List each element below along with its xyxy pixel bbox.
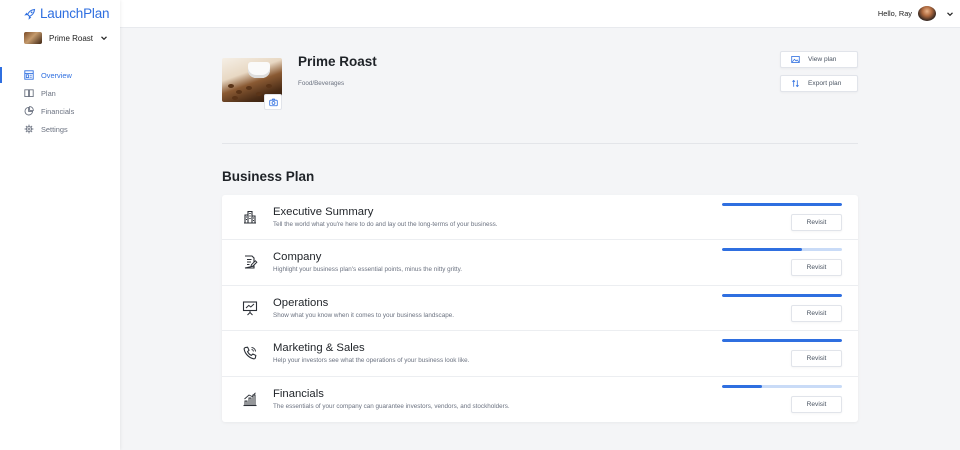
progress-fill [722, 248, 803, 252]
view-plan-button[interactable]: View plan [780, 51, 858, 68]
plan-section-description: The essentials of your company can guara… [273, 402, 510, 410]
book-icon [24, 89, 34, 98]
plan-section-title: Company [273, 251, 322, 264]
sidebar-item-label: Plan [41, 88, 56, 98]
plan-section-progress [722, 384, 842, 388]
pie-chart-icon [24, 106, 34, 116]
coffee-bean-shape [228, 84, 234, 88]
plan-section-company: Company Highlight your business plan's e… [222, 240, 858, 286]
revisit-button[interactable]: Revisit [791, 259, 842, 277]
sidebar-item-overview[interactable]: Overview [0, 66, 120, 84]
building-icon [244, 210, 256, 224]
plan-section-financials: Financials The essentials of your compan… [222, 377, 858, 422]
bar-chart-icon [243, 392, 257, 406]
business-plan-list: Executive Summary Tell the world what yo… [222, 195, 858, 422]
sidebar-item-financials[interactable]: Financials [0, 102, 120, 120]
plan-section-title: Executive Summary [273, 206, 374, 218]
coffee-bean-shape [256, 92, 262, 96]
export-plan-button[interactable]: Export plan [780, 75, 858, 92]
sidebar-item-label: Overview [41, 70, 72, 80]
coffee-bean-shape [232, 96, 238, 100]
sidebar-nav: Overview Plan Financials Settings [0, 66, 120, 138]
sort-arrows-icon [792, 79, 799, 88]
plan-section-description: Help your investors see what the operati… [273, 357, 470, 365]
gear-icon [24, 124, 34, 134]
coffee-cup-shape [248, 62, 270, 78]
plan-section-progress [722, 203, 842, 206]
sidebar-item-plan[interactable]: Plan [0, 84, 120, 102]
plan-section-executive-summary: Executive Summary Tell the world what yo… [222, 195, 858, 241]
plan-section-title: Marketing & Sales [273, 342, 365, 355]
plan-section-title: Operations [273, 296, 329, 309]
sidebar: LaunchPlan Prime Roast Overview Plan Fin… [0, 0, 120, 450]
header-divider [222, 143, 858, 144]
progress-fill [722, 203, 842, 206]
sidebar-item-label: Financials [41, 106, 75, 116]
avatar[interactable] [918, 6, 936, 21]
progress-fill [722, 384, 762, 388]
camera-icon [268, 98, 278, 106]
plan-section-progress [722, 248, 842, 252]
business-switcher[interactable]: Prime Roast [24, 32, 108, 44]
plan-section-marketing-sales: Marketing & Sales Help your investors se… [222, 331, 858, 377]
coffee-bean-shape [236, 90, 242, 94]
plan-section-description: Highlight your business plan's essential… [273, 266, 463, 274]
view-plan-label: View plan [808, 56, 837, 63]
progress-fill [722, 293, 842, 297]
app-logo[interactable]: LaunchPlan [24, 6, 110, 21]
plan-section-progress [722, 293, 842, 297]
revisit-button[interactable]: Revisit [791, 304, 842, 322]
app-name: LaunchPlan [40, 6, 110, 21]
sidebar-item-settings[interactable]: Settings [0, 120, 120, 138]
revisit-button[interactable]: Revisit [791, 395, 842, 413]
sidebar-item-label: Settings [41, 124, 68, 134]
business-name: Prime Roast [298, 54, 377, 69]
coffee-bean-shape [266, 84, 272, 88]
change-cover-button[interactable] [264, 94, 282, 110]
rocket-icon [24, 8, 36, 20]
coffee-bean-shape [246, 86, 252, 90]
plan-section-description: Tell the world what you're here to do an… [273, 221, 498, 228]
document-edit-icon [244, 255, 258, 269]
plan-section-title: Financials [273, 387, 324, 400]
user-greeting: Hello, Ray [877, 9, 912, 18]
overview-icon [24, 70, 34, 80]
business-thumbnail [24, 32, 42, 44]
export-plan-label: Export plan [808, 80, 842, 87]
business-category: Food/Beverages [298, 80, 345, 87]
chevron-down-icon[interactable] [946, 10, 954, 18]
presentation-icon [242, 301, 258, 316]
plan-section-operations: Operations Show what you know when it co… [222, 286, 858, 332]
revisit-button[interactable]: Revisit [791, 350, 842, 368]
plan-section-progress [722, 339, 842, 343]
chevron-down-icon [101, 36, 107, 41]
topbar: Hello, Ray [120, 0, 960, 28]
image-icon [791, 56, 800, 63]
business-plan-title: Business Plan [222, 169, 315, 184]
revisit-button[interactable]: Revisit [791, 214, 842, 231]
phone-icon [243, 346, 257, 360]
progress-fill [722, 339, 842, 343]
business-switcher-label: Prime Roast [49, 33, 94, 43]
plan-section-description: Show what you know when it comes to your… [273, 311, 454, 319]
